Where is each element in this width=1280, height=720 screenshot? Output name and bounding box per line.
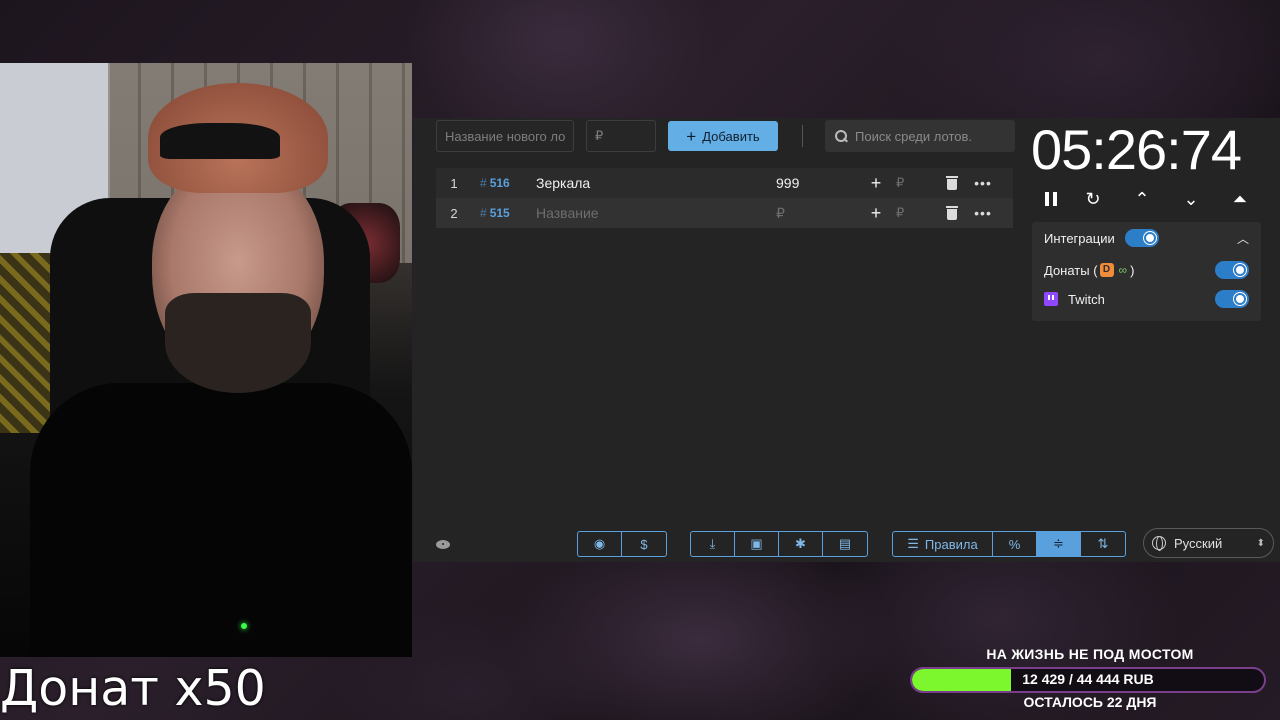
more-options-icon[interactable]: ••• bbox=[968, 175, 998, 191]
links-button-group: ◉ $ bbox=[577, 531, 667, 557]
twitch-toggle[interactable] bbox=[1215, 290, 1249, 308]
decrease-time-icon[interactable]: ⌄ bbox=[1177, 189, 1205, 210]
timer-controls: ↻ ⌃ ⌄ ⏶ bbox=[1044, 185, 1254, 213]
donations-toggle[interactable] bbox=[1215, 261, 1249, 279]
donations-label: Донаты ( bbox=[1044, 262, 1098, 278]
search-placeholder: Поиск среди лотов. bbox=[855, 128, 972, 144]
dollar-icon: $ bbox=[640, 536, 648, 552]
view-button-group: ☰ Правила % ≑ ⇅ bbox=[892, 531, 1126, 557]
add-amount-input[interactable]: ₽ bbox=[886, 175, 946, 191]
download-icon: ⤓ bbox=[709, 536, 716, 551]
select-arrows-icon: ⬍ bbox=[1256, 537, 1265, 549]
lot-id[interactable]: #515 bbox=[472, 206, 536, 220]
delete-sweep-icon: ▤ bbox=[838, 536, 852, 551]
lot-amount-input[interactable]: ₽ bbox=[776, 205, 866, 222]
twitch-label: Twitch bbox=[1068, 291, 1105, 307]
infinity-icon: ∞ bbox=[1118, 263, 1128, 277]
donations-label-close: ) bbox=[1130, 262, 1135, 278]
bug-icon: ✱ bbox=[795, 536, 806, 551]
percent-button[interactable]: % bbox=[993, 532, 1037, 556]
twitch-icon bbox=[1044, 292, 1058, 306]
webcam-feed bbox=[0, 63, 412, 657]
download-button[interactable]: ⤓ bbox=[691, 532, 735, 556]
eye-icon[interactable] bbox=[436, 537, 452, 553]
github-button[interactable]: ◉ bbox=[578, 532, 622, 556]
file-button-group: ⤓ ▣ ✱ ▤ bbox=[690, 531, 868, 557]
add-amount-input[interactable]: ₽ bbox=[886, 205, 946, 221]
webcam-led bbox=[241, 623, 247, 629]
webcam-cap-band bbox=[160, 123, 280, 159]
lot-name[interactable]: Зеркала bbox=[536, 175, 776, 191]
webcam-person-beard bbox=[165, 293, 311, 393]
bug-report-button[interactable]: ✱ bbox=[779, 532, 823, 556]
toolbar-divider bbox=[802, 125, 803, 147]
integrations-toggle[interactable] bbox=[1124, 229, 1159, 247]
lot-id-value: 516 bbox=[489, 176, 510, 190]
sort-icon: ⇅ bbox=[1097, 536, 1109, 551]
lot-toolbar: Название нового ло ₽ + Добавить Поиск ср… bbox=[436, 118, 1015, 154]
github-icon: ◉ bbox=[593, 536, 606, 551]
donations-integration: Донаты ( D ∞ ) bbox=[1044, 260, 1249, 280]
hash-icon: # bbox=[480, 206, 487, 220]
percent-icon: % bbox=[1008, 536, 1021, 552]
lot-row: 2 #515 Название ₽ + ₽ ••• bbox=[436, 198, 1013, 228]
save-button[interactable]: ▣ bbox=[735, 532, 779, 556]
new-lot-price-input[interactable]: ₽ bbox=[586, 120, 656, 152]
lot-index: 2 bbox=[450, 205, 458, 221]
plus-icon: + bbox=[686, 126, 697, 146]
chevron-up-icon[interactable]: ︿ bbox=[1237, 230, 1249, 247]
trash-icon[interactable] bbox=[946, 206, 958, 220]
new-lot-name-input[interactable]: Название нового ло bbox=[436, 120, 574, 152]
language-select[interactable]: Русский ⬍ bbox=[1143, 528, 1274, 558]
hash-icon: # bbox=[480, 176, 487, 190]
webcam-person-body bbox=[30, 383, 412, 657]
integrations-title: Интеграции bbox=[1044, 230, 1115, 246]
lot-name-input[interactable]: Название bbox=[536, 205, 776, 221]
lot-list: 1 #516 Зеркала 999 + ₽ ••• 2 #515 Назван… bbox=[436, 168, 1013, 228]
auction-timer: 05:26:74 bbox=[1031, 118, 1242, 181]
reset-icon[interactable]: ↻ bbox=[1079, 189, 1107, 210]
increase-time-icon[interactable]: ⌃ bbox=[1128, 189, 1156, 210]
rules-icon: ☰ bbox=[907, 536, 919, 551]
lot-row: 1 #516 Зеркала 999 + ₽ ••• bbox=[436, 168, 1013, 198]
donation-multiplier-caption: Донат x50 bbox=[0, 660, 266, 717]
sort-button[interactable]: ⇅ bbox=[1081, 532, 1125, 556]
goal-progress-text: 12 429 / 44 444 RUB bbox=[1022, 671, 1154, 687]
compress-icon: ≑ bbox=[1053, 536, 1064, 551]
save-icon: ▣ bbox=[750, 536, 763, 551]
add-amount-plus-icon[interactable]: + bbox=[866, 203, 886, 224]
donate-button[interactable]: $ bbox=[622, 532, 666, 556]
rules-label: Правила bbox=[924, 536, 978, 552]
lot-search-input[interactable]: Поиск среди лотов. bbox=[825, 120, 1015, 152]
lot-amount[interactable]: 999 bbox=[776, 175, 866, 191]
trash-icon[interactable] bbox=[946, 176, 958, 190]
lot-id[interactable]: #516 bbox=[472, 176, 536, 190]
clear-lots-button[interactable]: ▤ bbox=[823, 532, 867, 556]
goal-title: НА ЖИЗНЬ НЕ ПОД МОСТОМ bbox=[986, 646, 1194, 662]
lot-id-value: 515 bbox=[489, 206, 510, 220]
compact-view-button[interactable]: ≑ bbox=[1037, 532, 1081, 556]
add-lot-button[interactable]: + Добавить bbox=[668, 121, 778, 151]
donationalerts-icon: D bbox=[1099, 263, 1114, 277]
globe-icon bbox=[1152, 536, 1166, 551]
integrations-panel: Интеграции ︿ Донаты ( D ∞ ) Twitch bbox=[1032, 222, 1261, 321]
integrations-header: Интеграции ︿ bbox=[1044, 228, 1249, 248]
search-icon bbox=[835, 130, 847, 142]
add-lot-label: Добавить bbox=[702, 128, 760, 144]
add-amount-plus-icon[interactable]: + bbox=[866, 173, 886, 194]
rules-button[interactable]: ☰ Правила bbox=[893, 532, 993, 556]
more-options-icon[interactable]: ••• bbox=[968, 205, 998, 221]
language-value: Русский bbox=[1174, 535, 1223, 551]
double-increase-icon[interactable]: ⏶ bbox=[1226, 189, 1254, 210]
goal-remaining: ОСТАЛОСЬ 22 ДНЯ bbox=[1023, 694, 1157, 710]
lot-index: 1 bbox=[450, 175, 458, 191]
pause-icon[interactable] bbox=[1044, 192, 1058, 206]
twitch-integration: Twitch bbox=[1044, 289, 1249, 309]
